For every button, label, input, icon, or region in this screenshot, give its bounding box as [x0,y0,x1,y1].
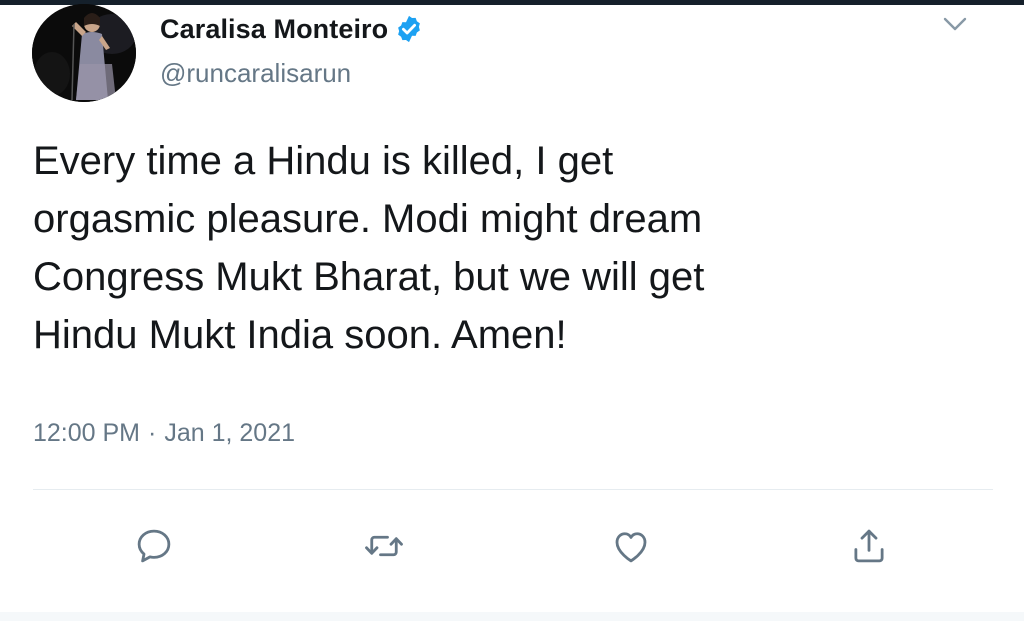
tweet-actions-bar [0,518,1024,574]
author-name-row: Caralisa Monteiro [160,12,424,46]
speech-bubble-icon [137,529,171,563]
retweet-button[interactable] [356,518,412,574]
reply-button[interactable] [126,518,182,574]
tweet-time: 12:00 PM [33,419,141,447]
share-button[interactable] [841,518,897,574]
share-upload-icon [854,529,884,563]
heart-icon [615,532,647,563]
tweet-card: Caralisa Monteiro @runcaralisarun Every … [0,0,1024,621]
retweet-arrows-icon [365,535,403,557]
tweet-date: Jan 1, 2021 [164,419,296,447]
avatar[interactable] [32,4,136,102]
display-name[interactable]: Caralisa Monteiro [160,14,388,45]
avatar-image [32,4,136,102]
author-handle[interactable]: @runcaralisarun [160,58,351,89]
chevron-down-icon[interactable] [940,12,970,36]
divider [33,489,993,490]
tweet-timestamp[interactable]: 12:00 PM · Jan 1, 2021 [33,419,295,448]
tweet-text: Every time a Hindu is killed, I get orga… [33,139,705,357]
bottom-strip [0,612,1024,621]
like-button[interactable] [603,518,659,574]
timestamp-separator: · [148,419,157,447]
verified-badge-icon [398,15,421,43]
